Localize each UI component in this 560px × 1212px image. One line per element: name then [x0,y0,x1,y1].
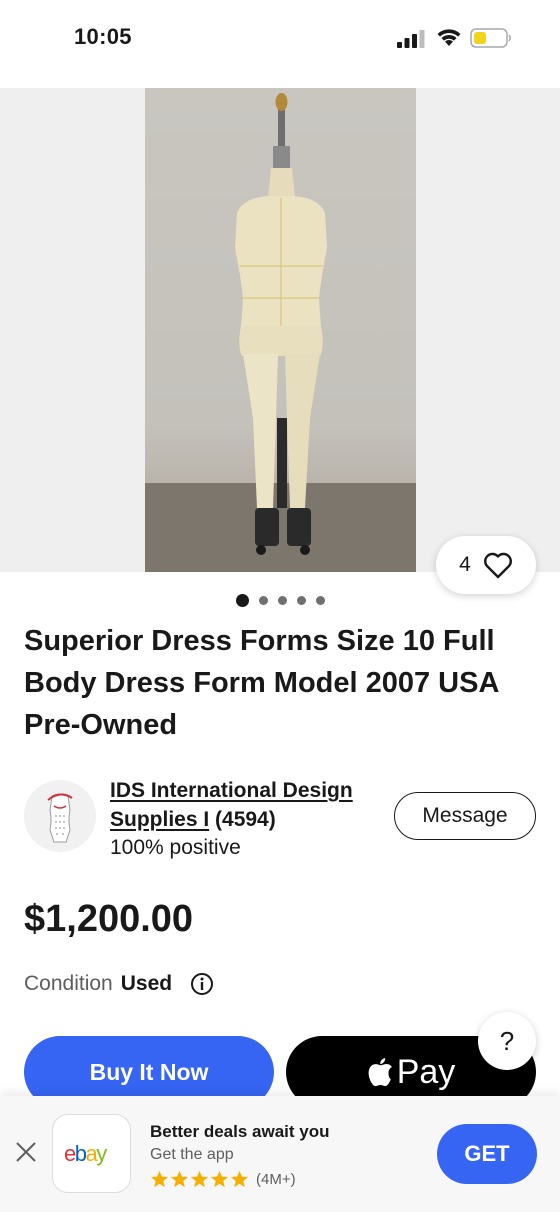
wifi-icon [437,29,461,46]
ebay-app-logo: ebay [52,1114,131,1193]
star-icon [170,1170,189,1188]
carousel-dot[interactable] [235,593,249,607]
seller-positive-feedback: 100% positive [110,836,241,859]
star-icon [150,1170,169,1188]
watch-count: 4 [459,553,471,576]
status-bar: 10:05 [0,0,560,80]
banner-heading: Better deals await you [150,1122,330,1141]
app-rating: (4M+) [150,1170,296,1189]
seller-avatar[interactable] [24,780,96,852]
listing-title: Superior Dress Forms Size 10 Full Body D… [24,625,499,741]
carousel-dot[interactable] [315,595,325,605]
star-icon [190,1170,209,1188]
info-icon[interactable] [190,972,214,996]
star-icon [230,1170,249,1188]
product-image-gallery[interactable] [0,88,560,572]
condition-row: Condition Used [24,972,214,996]
carousel-dot[interactable] [277,595,287,605]
price: $1,200.00 [24,898,194,940]
apple-pay-label: Pay [396,1052,456,1091]
get-app-button[interactable]: GET [437,1124,537,1184]
battery-icon [470,28,511,48]
banner-subheading: Get the app [150,1146,234,1163]
rating-count: (4M+) [256,1171,296,1188]
message-button[interactable]: Message [394,792,536,840]
apple-logo-icon [368,1058,392,1087]
svg-text:ebay: ebay [64,1141,107,1166]
ebay-logo-icon: ebay [64,1141,109,1166]
app-install-banner: ebay Better deals await you Get the app … [0,1096,560,1212]
heart-icon [483,552,512,579]
seller-name-block: IDS International Design Supplies I (459… [110,776,380,834]
close-icon[interactable] [14,1140,38,1164]
dress-form-photo [145,88,416,572]
watch-button[interactable]: 4 [436,536,536,594]
condition-label: Condition [24,972,113,995]
cellular-signal-icon [397,30,425,48]
condition-value: Used [120,972,173,995]
star-icon [210,1170,229,1188]
carousel-dot[interactable] [296,595,306,605]
carousel-indicator [0,592,560,608]
help-button[interactable]: ? [478,1012,536,1070]
carousel-dot[interactable] [258,595,268,605]
seller-feedback-count: (4594) [215,808,276,831]
status-time: 10:05 [74,24,132,49]
